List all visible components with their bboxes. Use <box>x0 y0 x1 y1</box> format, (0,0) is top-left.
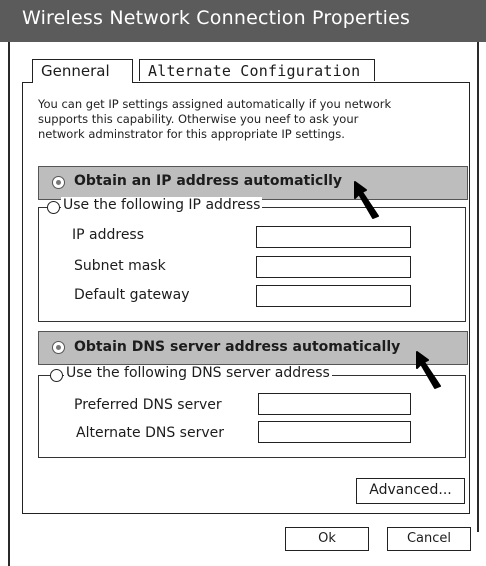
obtain-ip-auto-radio[interactable] <box>52 176 65 189</box>
ok-button[interactable]: Ok <box>285 527 369 551</box>
use-following-dns-label: Use the following DNS server address <box>64 365 332 381</box>
window-title: Wireless Network Connection Properties <box>22 7 411 29</box>
ip-address-field[interactable] <box>256 226 411 248</box>
tab-general[interactable]: Genneral <box>32 59 133 83</box>
alternate-dns-label: Alternate DNS server <box>76 425 224 441</box>
description-text: You can get IP settings assigned automat… <box>38 97 478 142</box>
description-line: network adminstrator for this appropriat… <box>38 127 345 141</box>
obtain-dns-auto-label: Obtain DNS server address automatically <box>74 339 401 355</box>
ip-address-label: IP address <box>72 227 145 243</box>
advanced-button[interactable]: Advanced... <box>356 478 465 504</box>
use-following-dns-radio[interactable] <box>50 369 63 382</box>
preferred-dns-label: Preferred DNS server <box>74 397 222 413</box>
preferred-dns-field[interactable] <box>258 393 411 415</box>
use-following-ip-label: Use the following IP address <box>61 197 263 213</box>
mouse-pointer-icon <box>354 181 379 219</box>
use-following-ip-radio[interactable] <box>47 201 60 214</box>
tab-alternate-configuration[interactable]: Alternate Configuration <box>139 59 375 81</box>
subnet-mask-field[interactable] <box>256 256 411 278</box>
default-gateway-field[interactable] <box>256 285 411 307</box>
description-line: supports this capability. Otherwise you … <box>38 112 359 126</box>
cancel-button[interactable]: Cancel <box>387 527 471 551</box>
default-gateway-label: Default gateway <box>74 287 190 303</box>
alternate-dns-field[interactable] <box>258 421 411 443</box>
mouse-pointer-icon <box>416 351 441 389</box>
subnet-mask-label: Subnet mask <box>74 258 166 274</box>
obtain-dns-auto-radio[interactable] <box>52 341 65 354</box>
obtain-ip-auto-label: Obtain an IP address automaticlly <box>74 173 343 189</box>
static-dns-group <box>38 375 466 458</box>
window-frame-left <box>8 42 10 566</box>
description-line: You can get IP settings assigned automat… <box>38 97 392 111</box>
